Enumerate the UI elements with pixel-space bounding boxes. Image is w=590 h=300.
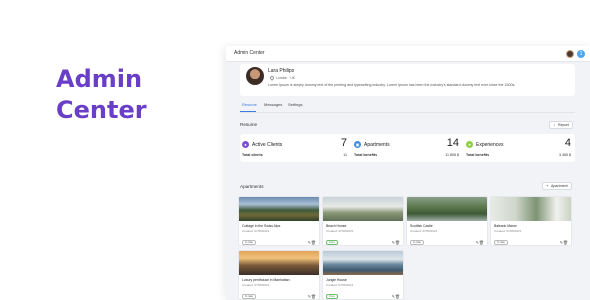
status-badge: In rate (242, 294, 256, 299)
top-bar: Admin Center 1 (226, 46, 590, 62)
stat-sub-label: Total benefits (466, 153, 490, 157)
trash-icon[interactable]: 🗑 (479, 240, 484, 245)
profile-card: Lara Philips London · UK Lorem Ipsum is … (240, 64, 575, 96)
tabs-divider (240, 112, 575, 113)
location-pin-icon (269, 75, 275, 81)
stat-value: 7 (340, 137, 347, 149)
notification-badge[interactable]: 1 (577, 50, 585, 58)
stat-sub-value: 3 465 $ (559, 153, 571, 157)
apartment-photo (239, 251, 319, 275)
profile-bio: Lorem Ipsum is simply dummy text of the … (268, 83, 516, 87)
status-badge: Free (326, 240, 338, 245)
profile-name: Lara Philips (268, 68, 295, 74)
trash-icon[interactable]: 🗑 (311, 240, 316, 245)
apartment-photo (239, 197, 319, 221)
apartment-date: Created: 07/08/2021 (242, 229, 270, 233)
apartment-photo (491, 197, 571, 221)
report-button[interactable]: ↓ Report (549, 121, 573, 129)
apartment-photo (323, 251, 403, 275)
status-badge: In rate (410, 240, 424, 245)
add-apartment-button[interactable]: + Apartment (542, 182, 572, 190)
stat-experiences: ★ Experiences 4 Total benefits 3 465 $ (464, 134, 575, 162)
apartment-name: Cottage in the Swiss Alps (242, 224, 281, 228)
resume-section-title: Resume (240, 122, 258, 127)
status-badge: In rate (494, 240, 508, 245)
apartments-section-title: Apartments (240, 184, 264, 189)
app-title: Admin Center (234, 50, 265, 56)
stat-sub-value: 11 (343, 153, 347, 157)
apartment-name: Balearic Manor (494, 224, 517, 228)
apartment-card[interactable]: Scottish Castle Created: 07/08/2021 In r… (406, 196, 488, 246)
apartment-date: Created: 07/08/2021 (326, 283, 354, 287)
hero-title-line2: Center (56, 96, 147, 124)
stat-value: 4 (564, 137, 571, 149)
status-badge: Free (326, 294, 338, 299)
hero-title: Admin Center (56, 64, 147, 126)
profile-avatar (246, 67, 264, 85)
stat-apartments: ▣ Apartments 14 Total benefits 11 806 $ (352, 134, 463, 162)
stat-label: Apartments (364, 142, 390, 148)
download-icon: ↓ (553, 122, 555, 127)
apartment-card[interactable]: Cottage in the Swiss Alps Created: 07/08… (238, 196, 320, 246)
apartment-photo (323, 197, 403, 221)
stat-sub-label: Total benefits (354, 153, 378, 157)
tab-settings[interactable]: Settings (288, 102, 302, 107)
apartment-name: Jungle House (326, 278, 347, 282)
stat-sub-label: Total clients (242, 153, 263, 157)
apartment-date: Created: 07/08/2021 (410, 229, 438, 233)
report-button-label: Report (558, 123, 569, 127)
user-avatar[interactable] (566, 50, 574, 58)
apartments-grid: Cottage in the Swiss Alps Created: 07/08… (236, 194, 576, 300)
stat-value: 14 (446, 137, 459, 149)
apartment-card[interactable]: Balearic Manor Created: 07/08/2021 In ra… (490, 196, 572, 246)
profile-location: London · UK (276, 76, 296, 80)
apartment-name: Luxury penthouse in Manhattan (242, 278, 290, 282)
apartment-card[interactable]: Jungle House Created: 07/08/2021 Free ✎ … (322, 250, 404, 300)
status-badge: In rate (242, 240, 256, 245)
trash-icon[interactable]: 🗑 (395, 240, 400, 245)
add-apartment-label: Apartment (551, 184, 568, 188)
apartment-photo (407, 197, 487, 221)
apartment-date: Created: 07/08/2021 (326, 229, 354, 233)
stat-label: Experiences (476, 142, 504, 148)
stat-sub-value: 11 806 $ (445, 153, 459, 157)
stat-label: Active Clients (252, 142, 283, 148)
trash-icon[interactable]: 🗑 (563, 240, 568, 245)
apartment-card[interactable]: Luxury penthouse in Manhattan Created: 0… (238, 250, 320, 300)
tab-resume[interactable]: Resume (242, 102, 257, 107)
stat-active-clients: ● Active Clients 7 Total clients 11 (240, 134, 351, 162)
hero-title-line1: Admin (56, 65, 143, 93)
trash-icon[interactable]: 🗑 (395, 294, 400, 299)
star-icon: ★ (466, 141, 473, 148)
building-icon: ▣ (354, 141, 361, 148)
apartment-date: Created: 07/08/2021 (242, 283, 270, 287)
plus-icon: + (546, 183, 549, 188)
apartment-card[interactable]: Beach House Created: 07/08/2021 Free ✎ 🗑 (322, 196, 404, 246)
apartment-date: Created: 07/08/2021 (494, 229, 522, 233)
stats-panel: ● Active Clients 7 Total clients 11 ▣ Ap… (240, 134, 575, 162)
apartment-name: Beach House (326, 224, 347, 228)
app-window: Admin Center 1 Lara Philips London · UK … (226, 46, 590, 300)
tab-messages[interactable]: Messages (264, 102, 282, 107)
apartment-name: Scottish Castle (410, 224, 433, 228)
person-icon: ● (242, 141, 249, 148)
trash-icon[interactable]: 🗑 (311, 294, 316, 299)
